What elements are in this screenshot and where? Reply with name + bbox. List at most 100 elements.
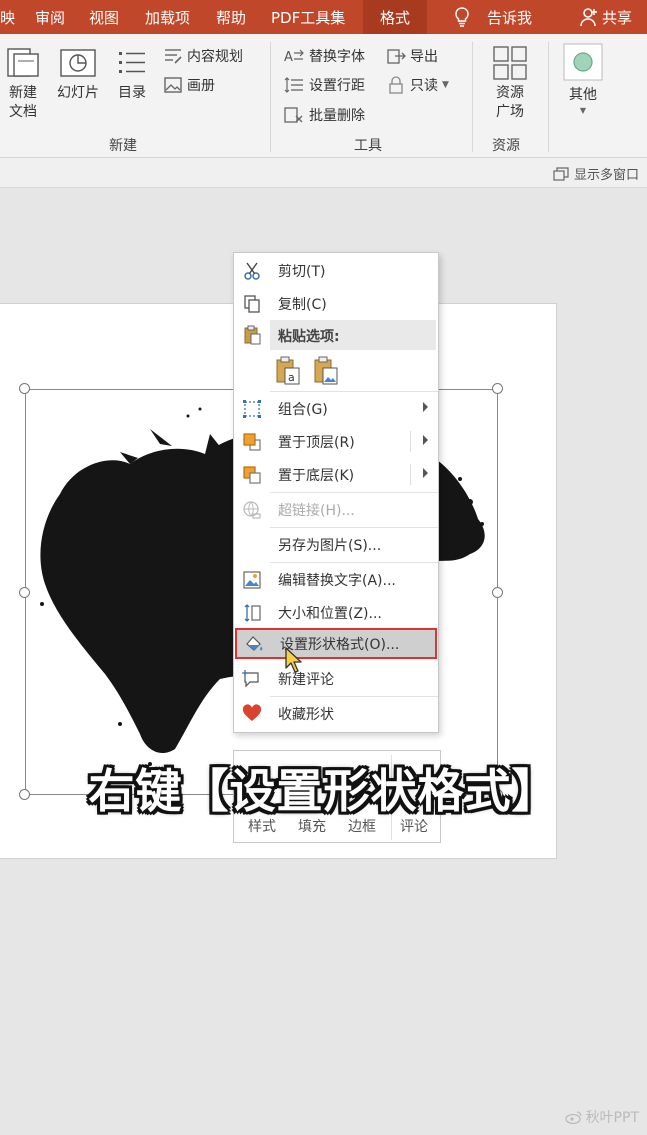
- menu-split-separator: [410, 464, 411, 485]
- menu-item-favorite-shape[interactable]: 收藏形状: [234, 698, 438, 729]
- menu-item-cut[interactable]: 剪切(T): [234, 255, 438, 286]
- submenu-arrow-icon: [423, 468, 428, 478]
- watermark-text: 秋叶PPT: [585, 1110, 639, 1126]
- new-comment-icon: [242, 670, 259, 688]
- read-only-label: 只读: [410, 78, 438, 94]
- tab-format[interactable]: 格式: [363, 0, 428, 34]
- resource-grid-icon: [493, 46, 527, 80]
- menu-item-cut-label: 剪切(T): [278, 264, 326, 280]
- read-only-dropdown-icon: ▼: [442, 80, 449, 90]
- resize-handle-top-left[interactable]: [19, 383, 30, 394]
- new-document-button[interactable]: 新建 文档: [4, 46, 42, 122]
- menu-split-separator: [410, 431, 411, 452]
- share-button[interactable]: 共享: [602, 7, 632, 28]
- menu-separator: [270, 492, 438, 493]
- weibo-logo-icon: [564, 1111, 582, 1124]
- menu-item-save-as-picture-label: 另存为图片(S)...: [278, 538, 382, 554]
- toc-label: 目录: [118, 85, 146, 101]
- other-button[interactable]: 其他 ▼: [560, 42, 606, 117]
- replace-font-button[interactable]: A 替换字体: [283, 46, 365, 66]
- content-plan-button[interactable]: 内容规划: [163, 46, 243, 66]
- content-plan-icon: [165, 49, 182, 64]
- resize-handle-left[interactable]: [19, 587, 30, 598]
- menu-item-group[interactable]: 组合(G): [234, 393, 438, 424]
- menu-item-send-back[interactable]: 置于底层(K): [234, 459, 438, 490]
- menu-item-copy-label: 复制(C): [278, 297, 327, 313]
- album-image-icon: [164, 77, 182, 93]
- menu-item-edit-alt-text[interactable]: 编辑替换文字(A)...: [234, 564, 438, 595]
- menu-item-new-comment-label: 新建评论: [278, 672, 334, 688]
- tab-4[interactable]: 帮助: [216, 7, 246, 28]
- svg-text:a: a: [288, 371, 295, 384]
- ribbon-separator: [472, 42, 473, 152]
- line-spacing-button[interactable]: 设置行距: [283, 75, 365, 95]
- menu-item-size-position[interactable]: 大小和位置(Z)...: [234, 597, 438, 628]
- slides-label: 幻灯片: [57, 85, 99, 101]
- menu-separator: [270, 562, 438, 563]
- menu-item-save-as-picture[interactable]: 另存为图片(S)...: [234, 529, 438, 560]
- tab-0[interactable]: 映: [0, 7, 15, 28]
- clipboard-icon: [244, 325, 261, 345]
- tab-3[interactable]: 加载项: [145, 7, 190, 28]
- new-document-icon: [7, 48, 39, 77]
- tell-me-search[interactable]: 告诉我: [487, 7, 532, 28]
- album-button[interactable]: 画册: [163, 75, 215, 95]
- tab-2[interactable]: 视图: [89, 7, 119, 28]
- bring-to-front-icon: [243, 433, 261, 451]
- tab-5[interactable]: PDF工具集: [271, 7, 345, 28]
- resize-handle-top-right[interactable]: [492, 383, 503, 394]
- menu-item-edit-alt-text-label: 编辑替换文字(A)...: [278, 573, 396, 589]
- ribbon-separator: [270, 42, 271, 152]
- line-spacing-label: 设置行距: [309, 78, 365, 94]
- heart-icon: [242, 704, 262, 721]
- batch-delete-button[interactable]: 批量删除: [283, 105, 365, 125]
- read-only-lock-icon: [389, 76, 403, 94]
- video-caption: 右键【设置形状格式】: [88, 764, 559, 818]
- lightbulb-icon: [455, 7, 469, 27]
- other-dropdown-icon: ▼: [579, 106, 587, 115]
- svg-text:A: A: [284, 50, 293, 65]
- batch-delete-icon: [284, 107, 303, 123]
- menu-item-format-shape[interactable]: 设置形状格式(O)...: [235, 628, 437, 659]
- multi-window-icon: [553, 166, 569, 181]
- multi-window-button[interactable]: 显示多窗口: [553, 164, 639, 183]
- slides-button[interactable]: 幻灯片: [52, 46, 104, 103]
- send-to-back-icon: [243, 466, 261, 484]
- tab-1[interactable]: 审阅: [35, 7, 65, 28]
- menu-separator: [270, 696, 438, 697]
- menu-separator: [270, 391, 438, 392]
- context-menu: 剪切(T) 复制(C) 粘贴选项: a 组合(G) 置于顶层(R) 置于底层(K…: [233, 252, 439, 733]
- submenu-arrow-icon: [423, 435, 428, 445]
- menu-item-group-label: 组合(G): [278, 402, 328, 418]
- paste-options-label: 粘贴选项:: [278, 329, 340, 345]
- menu-item-new-comment[interactable]: 新建评论: [234, 663, 438, 694]
- read-only-button[interactable]: 只读 ▼: [386, 75, 449, 95]
- line-spacing-icon: [284, 77, 303, 93]
- other-shape-icon: [563, 43, 603, 81]
- watermark: 秋叶PPT: [564, 1107, 639, 1127]
- paste-picture-icon[interactable]: [312, 356, 340, 386]
- export-button[interactable]: 导出: [386, 46, 438, 66]
- album-label: 画册: [187, 78, 215, 94]
- export-icon: [387, 49, 406, 64]
- menu-item-hyperlink: 超链接(H)...: [234, 494, 438, 525]
- replace-font-icon: A: [284, 49, 304, 65]
- size-position-icon: [244, 604, 261, 622]
- multi-window-label: 显示多窗口: [573, 168, 639, 183]
- ribbon-tab-bar: 映审阅 视图 加载项 帮助 PDF工具集 格式 告诉我 共享: [0, 0, 647, 34]
- menu-item-copy[interactable]: 复制(C): [234, 288, 438, 319]
- resize-handle-right[interactable]: [492, 587, 503, 598]
- menu-item-send-back-label: 置于底层(K): [278, 468, 355, 484]
- replace-font-label: 替换字体: [309, 49, 365, 65]
- toc-list-icon: [119, 52, 145, 73]
- menu-item-bring-front[interactable]: 置于顶层(R): [234, 426, 438, 457]
- resource-plaza-button[interactable]: 资源 广场: [488, 44, 532, 122]
- format-shape-paint-icon: [246, 636, 263, 651]
- group-label-tools: 工具: [354, 138, 382, 154]
- slides-icon: [60, 49, 96, 77]
- batch-delete-label: 批量删除: [309, 108, 365, 124]
- toc-button[interactable]: 目录: [112, 46, 152, 103]
- paste-keep-text-icon[interactable]: a: [274, 356, 302, 386]
- ribbon: 新建 文档 幻灯片 目录 内容规划 画册 新建 A 替换字体 设置行距 批量删除…: [0, 34, 647, 158]
- scissors-icon: [244, 262, 260, 280]
